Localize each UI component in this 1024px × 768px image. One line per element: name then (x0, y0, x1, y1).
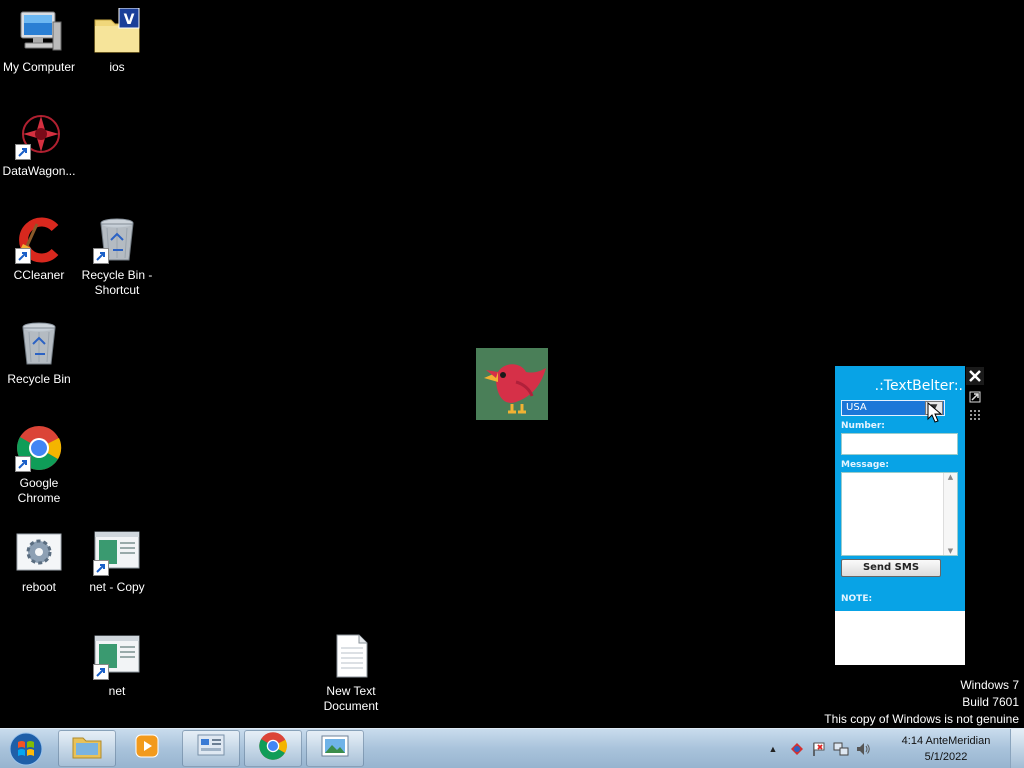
desktop-icon-label: My Computer (2, 60, 76, 74)
gadget-close-icon[interactable] (966, 367, 984, 385)
computer-icon (15, 8, 63, 56)
desktop-icon-recycle-bin[interactable]: Recycle Bin (0, 320, 78, 387)
taskbar: ▲ 4:14 AnteMeridian 5/1/2022 (0, 728, 1024, 768)
note-area (835, 611, 965, 665)
desktop-icon-new-text-document[interactable]: New Text Document (312, 632, 390, 714)
clock-time: 4:14 AnteMeridian (901, 735, 991, 747)
folder-icon: V (93, 7, 141, 56)
gadget-resize-icon[interactable] (966, 388, 984, 406)
taskbar-control-panel[interactable] (182, 730, 240, 767)
watermark-line-3: This copy of Windows is not genuine (824, 712, 1019, 726)
settings-gear-icon (15, 528, 63, 576)
text-document-icon (327, 632, 375, 680)
picture-viewer-icon (320, 733, 350, 764)
number-input[interactable] (841, 433, 958, 455)
number-label: Number: (841, 421, 885, 431)
shortcut-arrow-icon (15, 144, 31, 160)
desktop-icon-google-chrome[interactable]: Google Chrome (0, 424, 78, 506)
note-label: NOTE: (841, 594, 873, 604)
shortcut-arrow-icon (93, 248, 109, 264)
taskbar-chrome[interactable] (244, 730, 302, 767)
recycle-bin-icon (93, 216, 141, 264)
desktop-icon-label: ios (109, 60, 125, 74)
shortcut-arrow-icon (15, 248, 31, 264)
mouse-cursor-icon (927, 401, 943, 424)
gadget-drag-handle-icon[interactable] (966, 407, 984, 425)
desktop-icon-recycle-bin-shortcut[interactable]: Recycle Bin - Shortcut (78, 216, 156, 298)
desktop-icon-label: DataWagon... (2, 164, 76, 178)
windows-explorer-icon (72, 733, 102, 764)
desktop-icon-label: New Text Document (323, 684, 379, 713)
textbelter-gadget: .:TextBelter:. USA ▼ Number: Message: ▲ … (835, 366, 965, 665)
watermark-line-2: Build 7601 (962, 695, 1019, 709)
taskbar-picture-viewer[interactable] (306, 730, 364, 767)
desktop-icon-reboot[interactable]: reboot (0, 528, 78, 595)
window-app-icon (93, 528, 141, 576)
shortcut-arrow-icon (15, 456, 31, 472)
message-scrollbar[interactable]: ▲ ▼ (943, 473, 957, 555)
chrome-icon (15, 424, 63, 472)
desktop-icon-label: net - Copy (89, 580, 145, 594)
window-app-icon (93, 632, 141, 680)
recycle-bin-icon (15, 320, 63, 368)
message-label: Message: (841, 460, 889, 470)
scroll-up-icon[interactable]: ▲ (948, 473, 953, 481)
system-tray: ▲ (766, 729, 874, 768)
media-player-icon (134, 733, 160, 764)
desktop-icon-label: reboot (21, 580, 57, 594)
start-button[interactable] (6, 731, 46, 767)
chrome-icon (258, 731, 288, 766)
tray-app-icon[interactable] (786, 741, 808, 757)
clock[interactable]: 4:14 AnteMeridian 5/1/2022 (890, 733, 1002, 765)
desktop-icon-net-copy[interactable]: net - Copy (78, 528, 156, 595)
windows-watermark: Windows 7 Build 7601 This copy of Window… (824, 677, 1019, 728)
desktop-icon-net[interactable]: net (78, 632, 156, 699)
watermark-line-1: Windows 7 (960, 678, 1019, 692)
action-center-flag-icon[interactable] (808, 741, 830, 757)
control-panel-icon (196, 733, 226, 764)
message-textarea[interactable]: ▲ ▼ (841, 472, 958, 556)
desktop-icon-label: Google Chrome (17, 476, 61, 505)
send-sms-button[interactable]: Send SMS (841, 559, 941, 577)
shortcut-arrow-icon (93, 560, 109, 576)
desktop-icon-label: Recycle Bin - Shortcut (81, 268, 153, 297)
taskbar-windows-explorer[interactable] (58, 730, 116, 767)
desktop-icon-label: Recycle Bin (7, 372, 71, 386)
clock-date: 5/1/2022 (924, 751, 968, 763)
bird-image (476, 348, 548, 420)
datawagon-icon (15, 112, 63, 160)
show-desktop-button[interactable] (1010, 729, 1024, 768)
network-icon[interactable] (830, 741, 852, 757)
shortcut-arrow-icon (93, 664, 109, 680)
desktop-icon-label: net (108, 684, 126, 698)
desktop-icon-datawagon[interactable]: DataWagon... (0, 112, 78, 179)
ccleaner-icon (15, 216, 63, 264)
scroll-down-icon[interactable]: ▼ (948, 547, 953, 555)
svg-text:V: V (124, 12, 135, 28)
desktop-icon-ccleaner[interactable]: CCleaner (0, 216, 78, 283)
desktop: My Computer V ios DataWagon... CCleaner … (0, 0, 1024, 728)
desktop-icon-ios[interactable]: V ios (78, 7, 156, 75)
volume-icon[interactable] (852, 741, 874, 757)
desktop-icon-my-computer[interactable]: My Computer (0, 8, 78, 75)
gadget-title: .:TextBelter:. (874, 378, 963, 394)
show-hidden-icons-chevron[interactable]: ▲ (766, 744, 780, 754)
desktop-icon-label: CCleaner (13, 268, 65, 282)
taskbar-media-player[interactable] (118, 730, 176, 767)
